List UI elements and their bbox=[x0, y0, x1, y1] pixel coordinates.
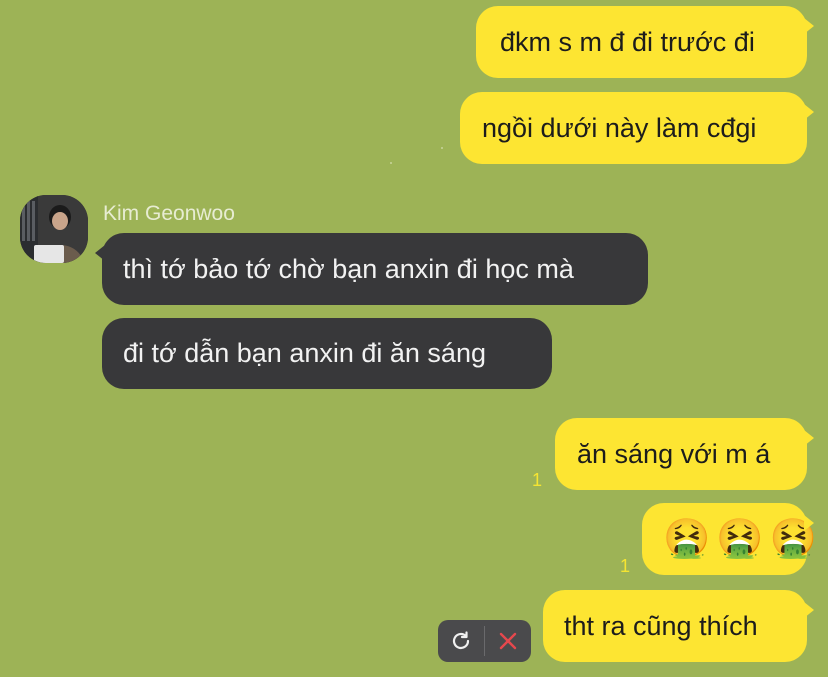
retry-icon bbox=[452, 631, 470, 650]
background-speck bbox=[441, 147, 443, 149]
vomit-emoji-icon: 🤮 bbox=[769, 518, 817, 560]
message-text: ngồi dưới này làm cđgi bbox=[482, 112, 757, 143]
message-text: ăn sáng với m á bbox=[577, 438, 771, 469]
message-text: tht ra cũng thích bbox=[564, 610, 758, 641]
avatar[interactable] bbox=[20, 195, 88, 263]
retry-button[interactable] bbox=[438, 620, 484, 662]
message-text: thì tớ bảo tớ chờ bạn anxin đi học mà bbox=[123, 253, 574, 284]
message-bubble-mine[interactable]: ngồi dưới này làm cđgi bbox=[460, 92, 814, 164]
message-bubble-theirs[interactable]: đi tớ dẫn bạn anxin đi ăn sáng bbox=[102, 318, 552, 389]
delete-button[interactable] bbox=[485, 620, 531, 662]
vomit-emoji-icon: 🤮 bbox=[716, 518, 764, 560]
failed-message-actions bbox=[438, 620, 531, 662]
message-text: đi tớ dẫn bạn anxin đi ăn sáng bbox=[123, 338, 486, 368]
message-bubble-theirs[interactable]: thì tớ bảo tớ chờ bạn anxin đi học mà bbox=[95, 233, 648, 305]
sender-name[interactable]: Kim Geonwoo bbox=[103, 202, 235, 226]
message-bubble-mine[interactable]: tht ra cũng thích bbox=[543, 590, 814, 662]
message-bubble-mine[interactable]: ăn sáng với m á bbox=[555, 418, 814, 490]
unread-count: 1 bbox=[620, 556, 631, 576]
close-icon bbox=[499, 632, 517, 650]
message-bubble-mine[interactable]: 🤮 🤮 🤮 bbox=[642, 503, 817, 575]
avatar-photo bbox=[20, 195, 88, 263]
message-text: đkm s m đ đi trước đi bbox=[500, 26, 755, 57]
vomit-emoji-icon: 🤮 bbox=[663, 518, 711, 560]
unread-count: 1 bbox=[532, 470, 543, 490]
background-speck bbox=[390, 162, 392, 164]
message-bubble-mine[interactable]: đkm s m đ đi trước đi bbox=[476, 6, 814, 78]
